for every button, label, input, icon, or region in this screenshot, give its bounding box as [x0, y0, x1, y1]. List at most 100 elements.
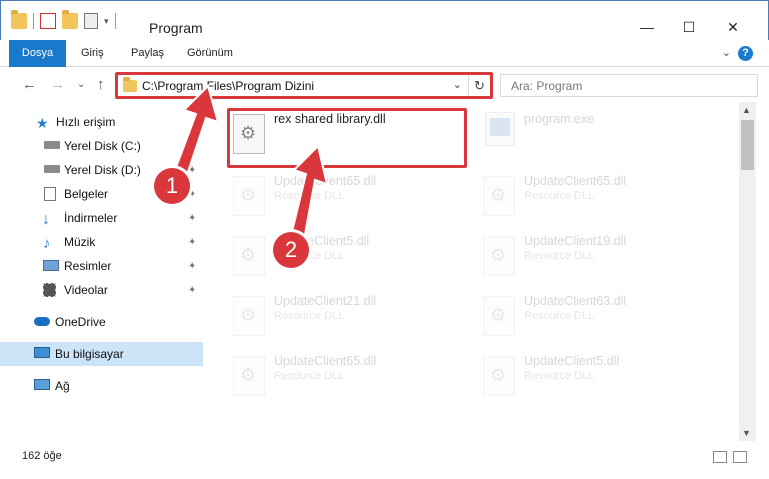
sidebar-item-music[interactable]: ♪ Müzik ✦ [0, 230, 203, 254]
sidebar-item-label: Ağ [55, 379, 70, 393]
sidebar-item-label: İndirmeler [64, 211, 118, 225]
downloads-icon: ↓ [42, 211, 50, 228]
tab-share[interactable]: Paylaş [131, 40, 164, 67]
new-folder-icon[interactable] [62, 10, 78, 29]
file-type: Resource DLL [524, 370, 595, 382]
documents-icon [44, 187, 56, 201]
videos-icon [43, 283, 56, 297]
sidebar-item-label: Videolar [64, 283, 108, 297]
dll-file-icon [483, 176, 515, 216]
divider [114, 13, 116, 29]
file-item[interactable]: UpdateClient19.dll Resource DLL [479, 232, 719, 288]
file-type: Resource DLL [274, 370, 345, 382]
dll-file-icon [233, 356, 265, 396]
sidebar-item-quick-access[interactable]: ★ Hızlı erişim [0, 110, 203, 134]
sidebar-item-pictures[interactable]: Resimler ✦ [0, 254, 203, 278]
sidebar-item-label: Bu bilgisayar [55, 347, 124, 361]
pictures-icon [43, 260, 59, 271]
file-type: Resource DLL [524, 190, 595, 202]
step-1-badge: 1 [154, 168, 190, 204]
sidebar-item-label: Belgeler [64, 187, 109, 201]
file-item[interactable]: UpdateClient63.dll Resource DLL [479, 292, 719, 348]
sidebar-item-label: Müzik [64, 235, 96, 249]
file-item[interactable]: UpdateClient65.dll Resource DLL [479, 172, 719, 228]
forward-button[interactable]: → [50, 76, 65, 93]
details-view-icon[interactable] [713, 451, 727, 463]
sidebar-item-label: Yerel Disk (D:) [64, 163, 141, 177]
pin-icon[interactable]: ✦ [188, 237, 196, 248]
file-type: Resource DLL [274, 190, 345, 202]
dll-file-icon [483, 236, 515, 276]
pin-icon[interactable]: ✦ [188, 261, 196, 272]
pin-icon[interactable]: ✦ [188, 141, 196, 152]
file-name: UpdateClient63.dll [524, 294, 627, 308]
file-name: UpdateClient19.dll [524, 234, 627, 248]
dll-file-icon [233, 296, 265, 336]
file-type: Resource DLL [274, 310, 345, 322]
file-name: program.exe [524, 112, 595, 126]
close-button[interactable]: ✕ [723, 17, 743, 37]
properties-icon[interactable] [40, 13, 56, 29]
drive-icon [44, 141, 60, 149]
minimize-button[interactable]: — [637, 17, 657, 37]
sidebar-item-local-disk-c[interactable]: Yerel Disk (C:) ✦ [0, 134, 203, 158]
help-icon[interactable]: ? [738, 46, 753, 61]
scroll-down-icon[interactable]: ▼ [742, 428, 751, 438]
exe-file-icon [485, 112, 515, 146]
back-button[interactable]: ← [22, 76, 37, 93]
file-type: Resource DLL [524, 250, 595, 262]
item-count: 162 öğe [22, 450, 62, 462]
sidebar-item-label: Yerel Disk (C:) [64, 139, 141, 153]
expand-ribbon-icon[interactable]: ⌄ [722, 46, 731, 59]
file-item[interactable]: UpdateClient5.dll Resource DLL [479, 352, 719, 408]
recent-locations-button[interactable]: ⌄ [77, 79, 85, 90]
address-highlight-box [115, 72, 493, 99]
computer-icon [34, 347, 50, 358]
dll-file-icon [233, 236, 265, 276]
chevron-down-icon[interactable]: ▾ [104, 16, 109, 27]
ribbon-tabs: Dosya Giriş Paylaş Görünüm ⌄ ? [0, 40, 769, 96]
sidebar-item-onedrive[interactable]: OneDrive [0, 310, 203, 334]
cloud-icon [34, 317, 50, 326]
pin-icon[interactable]: ✦ [188, 165, 196, 176]
file-item[interactable]: UpdateClient21.dll Resource DLL [229, 292, 469, 348]
navigation-pane: ★ Hızlı erişim Yerel Disk (C:) ✦ Yerel D… [0, 102, 210, 441]
file-item[interactable]: UpdateClient65.dll Resource DLL [229, 172, 469, 228]
file-type: Resource DLL [524, 310, 595, 322]
sidebar-item-network[interactable]: Ağ [0, 374, 203, 398]
scroll-thumb[interactable] [741, 120, 754, 170]
file-item[interactable]: UpdateClient5.dll Resource DLL [229, 232, 469, 288]
file-name: UpdateClient5.dll [524, 354, 620, 368]
search-placeholder: Ara: Program [511, 79, 583, 93]
file-name: UpdateClient21.dll [274, 294, 377, 308]
folder-icon[interactable] [11, 10, 27, 29]
status-bar: 162 öğe [0, 441, 769, 479]
search-input[interactable]: Ara: Program [500, 74, 758, 97]
file-list: rex shared library.dll program.exe Updat… [211, 102, 739, 441]
up-button[interactable]: ↑ [97, 76, 105, 93]
scroll-up-icon[interactable]: ▲ [742, 105, 751, 115]
divider [33, 13, 34, 29]
file-item[interactable]: UpdateClient65.dll Resource DLL [229, 352, 469, 408]
pin-icon[interactable]: ✦ [188, 213, 196, 224]
vertical-scrollbar[interactable]: ▲ ▼ [739, 102, 756, 441]
window-title: Program [149, 20, 203, 36]
tab-view[interactable]: Görünüm [187, 40, 233, 67]
dll-file-icon [483, 296, 515, 336]
music-icon: ♪ [43, 235, 51, 252]
customize-toolbar-icon[interactable] [84, 13, 98, 29]
sidebar-item-downloads[interactable]: ↓ İndirmeler ✦ [0, 206, 203, 230]
sidebar-item-label: Resimler [64, 259, 112, 273]
sidebar-item-label: Hızlı erişim [56, 115, 116, 129]
drive-icon [44, 165, 60, 173]
large-icons-view-icon[interactable] [733, 451, 747, 463]
file-highlight-box [227, 108, 467, 168]
sidebar-item-videos[interactable]: Videolar ✦ [0, 278, 203, 302]
view-switcher [713, 451, 747, 463]
step-2-badge: 2 [273, 232, 309, 268]
file-item-program-exe[interactable]: program.exe [479, 110, 719, 166]
sidebar-item-this-pc[interactable]: Bu bilgisayar [0, 342, 203, 366]
pin-icon[interactable]: ✦ [188, 285, 196, 296]
tab-home[interactable]: Giriş [81, 40, 104, 67]
maximize-button[interactable]: ☐ [679, 17, 699, 37]
